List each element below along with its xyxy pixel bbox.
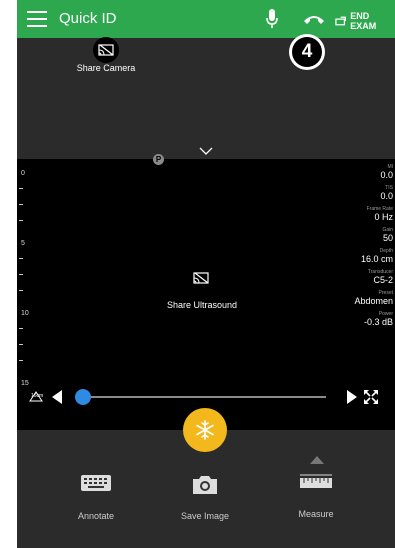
cine-slider-knob[interactable] <box>74 389 91 405</box>
annotate-label: Annotate <box>77 511 115 521</box>
depth-tick <box>19 258 23 259</box>
end-call-icon[interactable] <box>302 10 326 28</box>
keyboard-icon <box>81 475 111 491</box>
notification-badge: 4 <box>289 34 325 70</box>
depth-tick <box>19 344 23 345</box>
expand-up-icon[interactable] <box>310 456 324 464</box>
save-image-label: Save Image <box>180 511 230 521</box>
measure-label: Measure <box>298 509 334 519</box>
chevron-down-icon[interactable] <box>199 147 213 155</box>
freeze-button[interactable] <box>183 408 227 452</box>
param-value: Abdomen <box>354 296 393 306</box>
end-exam-label: END EXAM <box>350 11 377 31</box>
param-depth: Depth 16.0 cm <box>361 248 393 264</box>
depth-tick <box>19 220 23 221</box>
param-transducer: Transducer C5-2 <box>368 269 393 285</box>
depth-tick <box>19 290 23 291</box>
param-value: -0.3 dB <box>363 317 393 327</box>
probe-orientation-badge: P <box>153 154 164 165</box>
depth-tick <box>19 204 23 205</box>
share-camera-label: Share Camera <box>76 63 136 73</box>
page-title: Quick ID <box>59 10 117 27</box>
param-tis: TIS 0.0 <box>380 185 393 201</box>
fullscreen-icon[interactable] <box>363 389 379 405</box>
param-power: Power -0.3 dB <box>364 311 393 327</box>
exit-icon <box>335 16 346 26</box>
save-image-button[interactable]: Save Image <box>165 474 245 521</box>
param-gain: Gain 50 <box>382 227 393 243</box>
camera-icon <box>193 476 217 494</box>
cast-off-icon <box>98 44 114 56</box>
end-exam-button[interactable]: END EXAM <box>335 11 395 31</box>
depth-tick <box>19 360 23 361</box>
share-camera-button[interactable] <box>93 37 119 63</box>
depth-tick <box>19 328 23 329</box>
param-value: 0.0 <box>380 170 393 180</box>
depth-label: 5 <box>21 240 25 247</box>
ultrasound-view[interactable] <box>17 159 395 430</box>
param-value: C5-2 <box>373 275 393 285</box>
notification-count: 4 <box>292 37 322 67</box>
microphone-icon[interactable] <box>265 8 279 30</box>
param-frame-rate: Frame Rate 0 Hz <box>367 206 393 222</box>
app-window: Quick ID END EXAM Share Camera P 0 5 10 … <box>17 0 395 548</box>
depth-label: 0 <box>21 170 25 177</box>
annotate-button[interactable]: Annotate <box>56 474 136 521</box>
previous-frame-button[interactable] <box>52 390 62 404</box>
measure-button[interactable]: Measure <box>276 474 356 519</box>
param-value: 0 Hz <box>374 212 393 222</box>
param-mi: MI 0.0 <box>380 164 393 180</box>
probe-depth-label: 16cm <box>31 393 44 399</box>
cast-off-icon[interactable] <box>193 272 209 284</box>
param-value: 16.0 cm <box>360 254 393 264</box>
depth-label: 15 <box>21 380 29 387</box>
snowflake-icon <box>196 420 214 440</box>
depth-tick <box>19 274 23 275</box>
header-bar: Quick ID END EXAM <box>17 0 395 38</box>
share-ultrasound-label: Share Ultrasound <box>166 300 238 310</box>
param-value: 50 <box>382 233 393 243</box>
camera-pane <box>17 38 395 159</box>
param-preset: Preset Abdomen <box>354 290 393 306</box>
depth-label: 10 <box>21 310 29 317</box>
param-value: 0.0 <box>380 191 393 201</box>
depth-tick <box>19 188 23 189</box>
ruler-icon <box>300 474 332 488</box>
cine-slider-track[interactable] <box>78 396 326 398</box>
menu-icon[interactable] <box>27 11 47 27</box>
next-frame-button[interactable] <box>347 390 357 404</box>
